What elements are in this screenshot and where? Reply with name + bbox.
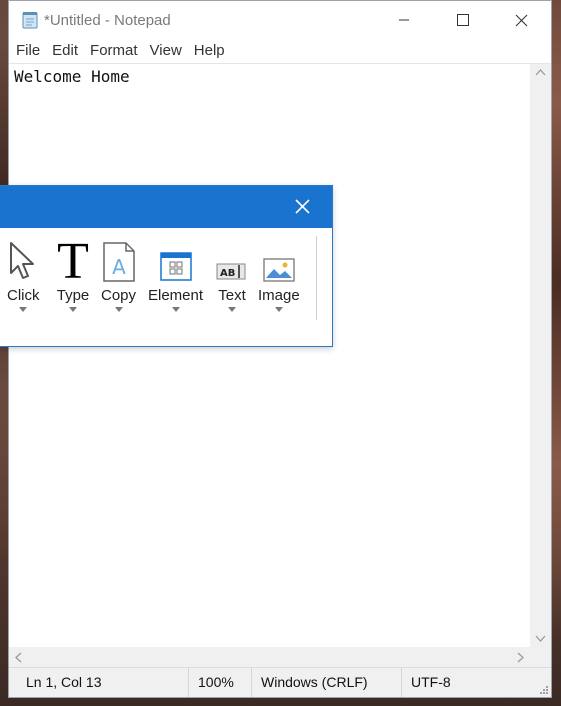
copy-icon: A [102, 242, 135, 282]
menu-format[interactable]: Format [84, 39, 144, 63]
resize-grip-icon[interactable] [539, 685, 549, 695]
maximize-icon [456, 14, 469, 26]
menu-help[interactable]: Help [188, 39, 231, 63]
svg-text:T: T [57, 238, 89, 282]
image-icon [263, 258, 295, 282]
close-button[interactable] [492, 1, 551, 39]
chevron-down-icon [171, 307, 180, 312]
scroll-up-icon[interactable] [535, 68, 546, 76]
menu-view[interactable]: View [144, 39, 188, 63]
minimize-icon [398, 19, 409, 21]
tool-element-label: Element [148, 287, 204, 304]
type-icon: T [57, 238, 89, 282]
menu-bar: File Edit Format View Help [9, 39, 551, 63]
scroll-left-icon[interactable] [14, 652, 22, 663]
scroll-corner [530, 647, 551, 668]
chevron-down-icon [228, 307, 236, 312]
toolbar-close-icon[interactable] [295, 199, 310, 214]
tool-element[interactable]: Element [148, 238, 203, 312]
tool-text[interactable]: AB Text [216, 238, 248, 312]
tool-type[interactable]: T Type [54, 238, 92, 312]
tool-text-label: Text [218, 287, 246, 304]
maximize-button[interactable] [433, 1, 492, 39]
close-icon [515, 14, 528, 26]
chevron-down-icon [69, 307, 77, 312]
action-toolbar: Click T Type A Copy Element AB Text Imag… [0, 185, 333, 347]
notepad-icon [22, 12, 38, 29]
chevron-down-icon [19, 307, 28, 312]
tool-image-label: Image [258, 287, 300, 304]
tool-copy-label: Copy [101, 287, 137, 304]
chevron-down-icon [114, 307, 123, 312]
horizontal-scrollbar[interactable] [9, 647, 530, 668]
element-icon [159, 252, 192, 281]
tool-click[interactable]: Click [7, 238, 40, 312]
window-title: *Untitled - Notepad [44, 11, 171, 29]
menu-edit[interactable]: Edit [46, 39, 84, 63]
toolbar-divider [316, 236, 317, 320]
tool-click-label: Click [7, 287, 40, 304]
text-editor[interactable]: Welcome Home [9, 63, 551, 668]
tool-copy[interactable]: A Copy [101, 238, 136, 312]
scroll-down-icon[interactable] [535, 635, 546, 643]
svg-text:AB: AB [220, 268, 235, 279]
toolbar-header[interactable] [0, 186, 332, 228]
tool-image[interactable]: Image [258, 238, 300, 312]
title-bar: *Untitled - Notepad [9, 1, 551, 39]
tool-type-label: Type [56, 287, 90, 304]
editor-text[interactable]: Welcome Home [14, 67, 130, 86]
scroll-right-icon[interactable] [517, 652, 525, 663]
text-icon: AB [216, 263, 246, 280]
status-cursor-position: Ln 1, Col 13 [9, 668, 189, 697]
status-bar: Ln 1, Col 13 100% Windows (CRLF) UTF-8 [9, 667, 551, 697]
chevron-down-icon [274, 307, 283, 312]
status-line-endings: Windows (CRLF) [252, 668, 402, 697]
status-zoom: 100% [189, 668, 252, 697]
menu-file[interactable]: File [10, 39, 46, 63]
minimize-button[interactable] [374, 1, 433, 39]
toolbar-tools: Click T Type A Copy Element AB Text Imag… [0, 228, 332, 346]
notepad-window: *Untitled - Notepad File Edit Format Vie… [8, 0, 552, 698]
status-encoding: UTF-8 [411, 674, 451, 690]
svg-text:A: A [112, 255, 126, 279]
vertical-scrollbar[interactable] [530, 64, 551, 647]
cursor-icon [10, 242, 35, 279]
